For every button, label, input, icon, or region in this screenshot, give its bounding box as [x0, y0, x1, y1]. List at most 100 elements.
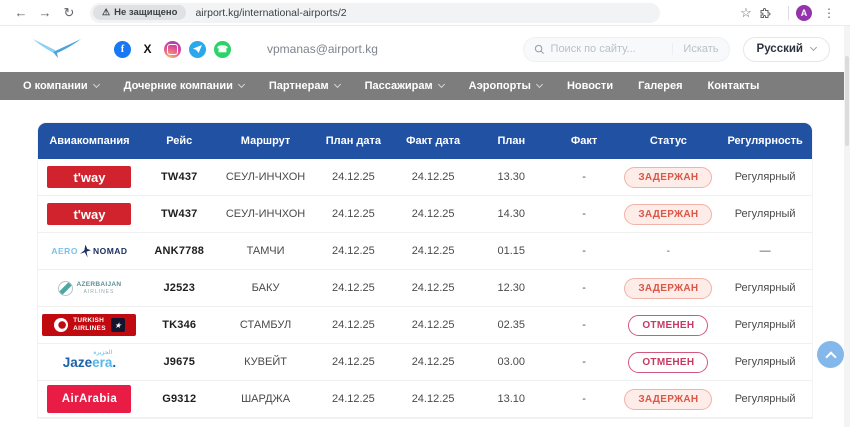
regularity: Регулярный	[718, 171, 812, 183]
contact-email[interactable]: vpmanas@airport.kg	[267, 42, 378, 56]
bookmark-star-icon[interactable]: ☆	[735, 6, 757, 19]
fact-time: -	[550, 208, 619, 220]
security-badge[interactable]: ⚠ Не защищено	[93, 5, 186, 20]
flight-number: TK346	[141, 319, 218, 331]
airline-logo: AZERBAIJANAIRLINES	[58, 281, 122, 296]
whatsapp-icon[interactable]: ☎	[214, 41, 231, 58]
flight-number: J9675	[141, 356, 218, 368]
fact-date: 24.12.25	[393, 319, 473, 331]
language-label: Русский	[757, 43, 803, 55]
route: КУВЕЙТ	[218, 356, 314, 368]
telegram-icon[interactable]	[189, 41, 206, 58]
fact-date: 24.12.25	[393, 208, 473, 220]
plan-date: 24.12.25	[314, 393, 394, 405]
chevron-down-icon	[93, 81, 100, 88]
instagram-icon[interactable]	[164, 41, 181, 58]
table-row: t'way TW437 СЕУЛ-ИНЧХОН 24.12.25 24.12.2…	[38, 196, 812, 233]
address-bar[interactable]: ⚠ Не защищено airport.kg/international-a…	[90, 3, 660, 23]
table-row: الجزيرةJazeera. J9675 КУВЕЙТ 24.12.25 24…	[38, 344, 812, 381]
status-badge: ОТМЕНЕН	[628, 352, 708, 373]
col-fact-date: Факт дата	[393, 135, 473, 147]
nav-item-gallery[interactable]: Галерея	[638, 80, 682, 92]
nav-item-partners[interactable]: Партнерам	[269, 80, 340, 92]
plan-time: 14.30	[473, 208, 550, 220]
url-text: airport.kg/international-airports/2	[195, 7, 346, 19]
table-row: TURKISHAIRLINES TK346 СТАМБУЛ 24.12.25 2…	[38, 307, 812, 344]
col-fact-time: Факт	[550, 135, 619, 147]
route: БАКУ	[218, 282, 314, 294]
nav-item-contacts[interactable]: Контакты	[708, 80, 760, 92]
fact-date: 24.12.25	[393, 393, 473, 405]
plan-date: 24.12.25	[314, 208, 394, 220]
regularity: Регулярный	[718, 393, 812, 405]
plan-date: 24.12.25	[314, 171, 394, 183]
regularity: Регулярный	[718, 356, 812, 368]
profile-avatar[interactable]: A	[796, 5, 812, 21]
chevron-up-icon	[825, 351, 836, 362]
status-badge: ЗАДЕРЖАН	[624, 278, 712, 299]
social-links: f X ☎	[114, 41, 231, 58]
site-search: Искать	[523, 37, 730, 62]
col-plan-time: План	[473, 135, 550, 147]
fact-time: -	[550, 245, 619, 257]
chrome-divider	[788, 6, 789, 20]
extensions-icon[interactable]	[759, 7, 781, 19]
route: СЕУЛ-ИНЧХОН	[218, 208, 314, 220]
route: ТАМЧИ	[218, 245, 314, 257]
chevron-down-icon	[438, 81, 445, 88]
search-submit-button[interactable]: Искать	[672, 43, 718, 55]
plan-time: 13.10	[473, 393, 550, 405]
browser-menu-icon[interactable]: ⋮	[818, 7, 840, 19]
fact-time: -	[550, 319, 619, 331]
plan-date: 24.12.25	[314, 245, 394, 257]
chevron-down-icon	[334, 81, 341, 88]
col-flight: Рейс	[141, 135, 218, 147]
facebook-icon[interactable]: f	[114, 41, 131, 58]
fact-time: -	[550, 282, 619, 294]
airline-logo: t'way	[47, 203, 131, 225]
col-route: Маршрут	[218, 135, 314, 147]
scroll-to-top-button[interactable]	[817, 341, 844, 368]
chevron-down-icon	[810, 44, 817, 51]
route: СЕУЛ-ИНЧХОН	[218, 171, 314, 183]
nav-item-subsidiaries[interactable]: Дочерние компании	[124, 80, 244, 92]
col-plan-date: План дата	[314, 135, 394, 147]
fact-date: 24.12.25	[393, 171, 473, 183]
language-selector[interactable]: Русский	[743, 37, 830, 62]
chevron-down-icon	[536, 81, 543, 88]
nav-item-company[interactable]: О компании	[23, 80, 99, 92]
search-input[interactable]	[551, 43, 667, 55]
fact-date: 24.12.25	[393, 245, 473, 257]
regularity: —	[718, 245, 812, 257]
scrollbar-thumb[interactable]	[845, 56, 849, 146]
flight-number: ANK7788	[141, 245, 218, 257]
flights-table-body: t'way TW437 СЕУЛ-ИНЧХОН 24.12.25 24.12.2…	[38, 159, 812, 418]
site-header: f X ☎ vpmanas@airport.kg Искать Русский	[0, 26, 850, 72]
security-label: Не защищено	[114, 7, 177, 18]
table-row: AERONOMAD ANK7788 ТАМЧИ 24.12.25 24.12.2…	[38, 233, 812, 270]
forward-icon[interactable]: →	[34, 6, 56, 19]
plan-time: 12.30	[473, 282, 550, 294]
plan-time: 03.00	[473, 356, 550, 368]
page-scrollbar[interactable]	[844, 26, 850, 427]
warning-icon: ⚠	[102, 7, 110, 18]
plan-date: 24.12.25	[314, 319, 394, 331]
status-badge: ЗАДЕРЖАН	[624, 204, 712, 225]
plan-time: 02.35	[473, 319, 550, 331]
back-icon[interactable]: ←	[10, 6, 32, 19]
browser-chrome: ← → ↻ ⚠ Не защищено airport.kg/internati…	[0, 0, 850, 26]
nav-item-airports[interactable]: Аэропорты	[469, 80, 542, 92]
nav-item-news[interactable]: Новости	[567, 80, 613, 92]
reload-icon[interactable]: ↻	[58, 6, 80, 19]
airport-logo[interactable]	[32, 38, 82, 60]
fact-time: -	[550, 356, 619, 368]
search-icon	[534, 44, 545, 55]
flight-number: TW437	[141, 171, 218, 183]
plan-date: 24.12.25	[314, 356, 394, 368]
nav-item-passengers[interactable]: Пассажирам	[365, 80, 444, 92]
main-navigation: О компании Дочерние компании Партнерам П…	[0, 72, 850, 100]
status-badge: -	[667, 246, 671, 257]
plan-time: 13.30	[473, 171, 550, 183]
col-regularity: Регулярность	[718, 135, 812, 147]
x-icon[interactable]: X	[139, 41, 156, 58]
